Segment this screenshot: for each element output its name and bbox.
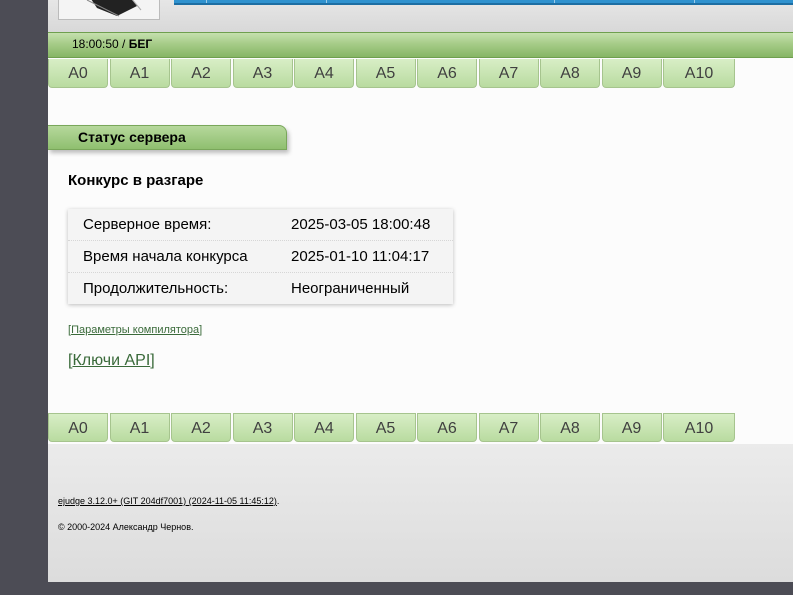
server-clock: 18:00:50	[72, 37, 119, 51]
compiler-params-block: [Параметры компилятора]	[68, 324, 202, 336]
table-row: Время начала конкурса 2025-01-10 11:04:1…	[68, 240, 453, 273]
bracket-close: ]	[150, 352, 155, 369]
start-time-label: Время начала конкурса	[68, 240, 276, 273]
api-keys-block: [Ключи API]	[68, 352, 155, 370]
footer: ejudge 3.12.0+ (GIT 204df7001) (2024-11-…	[48, 444, 793, 582]
problem-menu-top: A0 A1 A2 A3 A4 A5 A6 A7 A8 A9 A10	[48, 59, 737, 89]
top-nav-bar	[174, 0, 793, 5]
tab-a6[interactable]: A6	[417, 413, 477, 442]
copyright-text: © 2000-2024 Александр Чернов.	[58, 522, 194, 532]
tab-a4[interactable]: A4	[294, 413, 354, 442]
duration-label: Продолжительность:	[83, 280, 229, 297]
tab-a3[interactable]: A3	[232, 59, 293, 88]
tab-a1[interactable]: A1	[109, 59, 170, 88]
tab-a6[interactable]: A6	[417, 59, 477, 88]
table-row: Продолжительность: Неограниченный	[68, 273, 453, 305]
tab-a5[interactable]: A5	[355, 413, 416, 442]
tab-a0[interactable]: A0	[48, 59, 108, 88]
tab-a10[interactable]: A10	[663, 59, 735, 88]
tab-a0[interactable]: A0	[48, 413, 108, 442]
tab-a7[interactable]: A7	[478, 413, 539, 442]
tab-a7[interactable]: A7	[478, 59, 539, 88]
contest-run-state: БЕГ	[128, 37, 153, 51]
status-separator: /	[118, 37, 129, 51]
duration-value: Неограниченный	[291, 280, 410, 297]
tab-a9[interactable]: A9	[601, 59, 662, 88]
header-strip	[48, 0, 793, 32]
table-row: Серверное время: 2025-03-05 18:00:48	[68, 209, 453, 241]
section-title: Статус сервера	[48, 125, 287, 150]
tab-a4[interactable]: A4	[294, 59, 354, 88]
tab-a1[interactable]: A1	[109, 413, 170, 442]
api-keys-link[interactable]: Ключи API	[72, 352, 150, 369]
tab-a2[interactable]: A2	[171, 413, 231, 442]
contest-state-heading: Конкурс в разгаре	[68, 172, 204, 189]
start-time-value: 2025-01-10 11:04:17	[276, 240, 453, 273]
server-time-value: 2025-03-05 18:00:48	[276, 209, 453, 241]
compiler-params-link[interactable]: Параметры компилятора	[71, 324, 199, 336]
version-line: ejudge 3.12.0+ (GIT 204df7001) (2024-11-…	[58, 496, 279, 506]
bracket-close: ]	[199, 324, 203, 336]
tab-a3[interactable]: A3	[232, 413, 293, 442]
tab-a10[interactable]: A10	[663, 413, 735, 442]
tab-a9[interactable]: A9	[601, 413, 662, 442]
problem-menu-bottom: A0 A1 A2 A3 A4 A5 A6 A7 A8 A9 A10	[48, 413, 737, 443]
ejudge-logo	[58, 0, 160, 20]
server-time-label: Серверное время:	[68, 209, 276, 241]
version-tail: .	[276, 496, 280, 506]
tab-a8[interactable]: A8	[540, 413, 600, 442]
server-info-table: Серверное время: 2025-03-05 18:00:48 Вре…	[68, 209, 453, 304]
tab-a5[interactable]: A5	[355, 59, 416, 88]
version-link[interactable]: ejudge 3.12.0+ (GIT 204df7001) (2024-11-…	[58, 496, 277, 506]
tab-a2[interactable]: A2	[171, 59, 231, 88]
page: 18:00:50 / БЕГ A0 A1 A2 A3 A4 A5 A6 A7 A…	[48, 0, 793, 582]
status-bar: 18:00:50 / БЕГ	[48, 32, 793, 58]
tab-a8[interactable]: A8	[540, 59, 600, 88]
